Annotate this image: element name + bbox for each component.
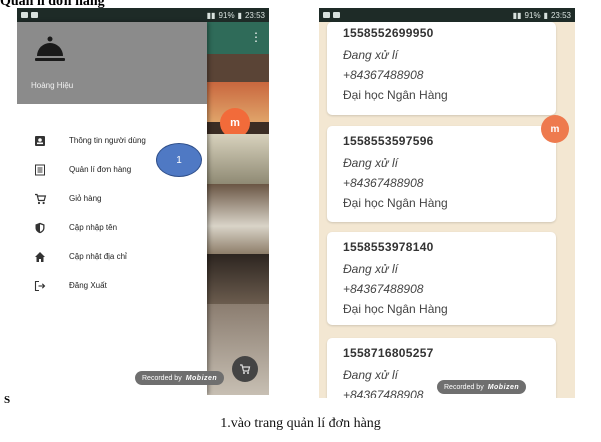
order-phone: +84367488908 xyxy=(343,176,424,190)
food-image xyxy=(202,254,269,304)
menu-item-label: Đăng Xuất xyxy=(69,281,107,290)
menu-item-update-name[interactable]: Cập nhập tên xyxy=(17,213,207,242)
menu-item-update-address[interactable]: Cập nhật địa chỉ xyxy=(17,242,207,271)
order-status: Đang xử lí xyxy=(343,262,398,276)
home-icon xyxy=(33,250,47,264)
message-notification-icon xyxy=(21,12,28,18)
order-card[interactable]: 1558552699950 Đang xử lí +84367488908 Đạ… xyxy=(327,22,556,115)
figure-caption: 1.vào trang quản lí đơn hàng xyxy=(220,416,381,431)
menu-item-label: Cập nhập tên xyxy=(69,223,118,232)
clock: 23:53 xyxy=(550,10,571,20)
user-card-icon xyxy=(33,134,47,148)
app-notification-icon xyxy=(333,12,340,18)
battery-icon: ▮ xyxy=(543,10,548,20)
order-id: 1558553597596 xyxy=(343,134,434,148)
menu-item-label: Thông tin người dùng xyxy=(69,136,146,145)
app-notification-icon xyxy=(31,12,38,18)
shield-icon xyxy=(33,221,47,235)
drawer-header: Hoàng Hiệu xyxy=(17,22,207,104)
navigation-drawer: Hoàng Hiệu Thông tin người dùng Quản lí … xyxy=(17,22,207,395)
signal-icon: ▮▮ xyxy=(512,10,522,20)
recording-watermark: Recorded by Mobizen xyxy=(135,371,225,385)
message-notification-icon xyxy=(323,12,330,18)
overflow-menu-icon[interactable]: ⋮ xyxy=(250,30,262,44)
order-list-icon xyxy=(33,163,47,177)
order-status: Đang xử lí xyxy=(343,156,398,170)
app-content-behind-drawer: ⋮ m xyxy=(202,22,269,395)
document-stray-mark: S xyxy=(4,394,11,406)
step-marker: 1 xyxy=(156,143,202,177)
order-address: Đại học Ngân Hàng xyxy=(343,196,448,210)
order-address: Đại học Ngân Hàng xyxy=(343,88,448,102)
cart-icon xyxy=(240,364,251,374)
order-id: 1558553978140 xyxy=(343,240,434,254)
cart-fab-button[interactable] xyxy=(232,356,258,382)
menu-item-cart[interactable]: Giỏ hàng xyxy=(17,184,207,213)
order-phone: +84367488908 xyxy=(343,282,424,296)
food-image xyxy=(202,134,269,184)
recording-watermark: Recorded by Mobizen xyxy=(437,380,527,394)
battery-percent: 91% xyxy=(218,10,235,20)
app-toolbar: ⋮ xyxy=(202,22,269,54)
drawer-user-name: Hoàng Hiệu xyxy=(31,81,74,90)
food-image xyxy=(202,184,269,254)
menu-item-label: Cập nhật địa chỉ xyxy=(69,252,127,261)
food-cloche-icon xyxy=(35,36,65,61)
menu-item-logout[interactable]: Đăng Xuất xyxy=(17,271,207,300)
status-bar: ▮▮ 91% ▮ 23:53 xyxy=(319,8,575,22)
phone-screenshot-drawer: ▮▮ 91% ▮ 23:53 ⋮ m Hoàng Hiệu Thông tin … xyxy=(17,8,269,395)
order-address: Đại học Ngân Hàng xyxy=(343,302,448,316)
order-status: Đang xử lí xyxy=(343,48,398,62)
order-id: 1558716805257 xyxy=(343,346,434,360)
signal-icon: ▮▮ xyxy=(206,10,216,20)
status-bar: ▮▮ 91% ▮ 23:53 xyxy=(17,8,269,22)
order-id: 1558552699950 xyxy=(343,26,434,40)
menu-item-label: Giỏ hàng xyxy=(69,194,102,203)
order-phone: +84367488908 xyxy=(343,68,424,82)
battery-icon: ▮ xyxy=(237,10,242,20)
phone-screenshot-orders: ▮▮ 91% ▮ 23:53 1558552699950 Đang xử lí … xyxy=(319,8,575,398)
battery-percent: 91% xyxy=(524,10,541,20)
logout-icon xyxy=(33,279,47,293)
brand-badge-icon: m xyxy=(541,115,569,143)
order-card[interactable]: 1558553597596 Đang xử lí +84367488908 Đạ… xyxy=(327,126,556,222)
order-card[interactable]: 1558553978140 Đang xử lí +84367488908 Đạ… xyxy=(327,232,556,325)
menu-item-label: Quản lí đơn hàng xyxy=(69,165,132,174)
clock: 23:53 xyxy=(244,10,265,20)
cart-icon xyxy=(33,192,47,206)
